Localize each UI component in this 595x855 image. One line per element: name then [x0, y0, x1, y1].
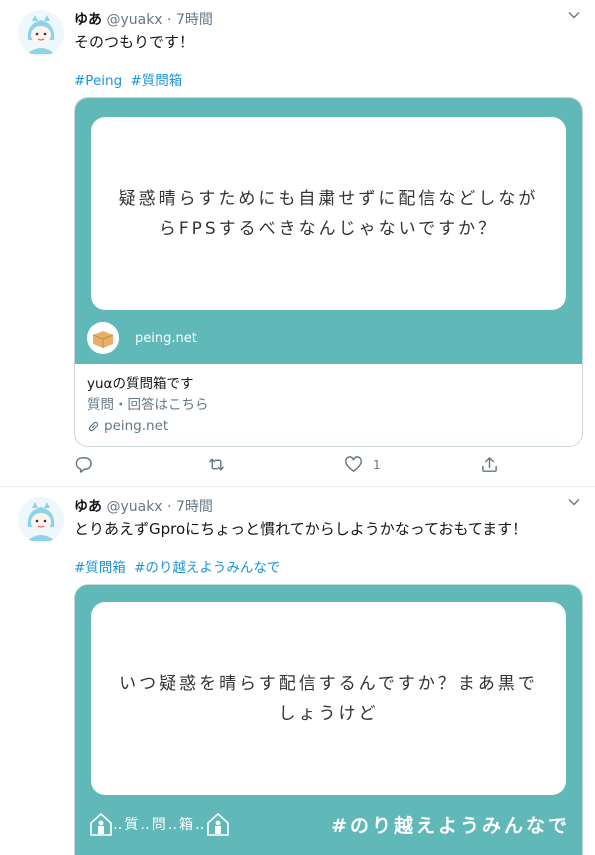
box-logo [87, 322, 119, 354]
retweet-button[interactable] [207, 455, 226, 474]
person-picto-icon [90, 812, 112, 836]
like-count: 1 [373, 457, 381, 472]
tweet-2[interactable]: ゆあ @yuakx · 7時間 とりあえずGproにちょっと慣れてからしようかな… [0, 487, 595, 855]
share-icon [482, 457, 497, 472]
footer-label: ‥質‥問‥箱‥ [113, 817, 207, 833]
hashtag-link[interactable]: #質問箱 [74, 560, 126, 576]
user-handle[interactable]: @yuakx [106, 12, 162, 28]
share-button[interactable] [480, 455, 499, 474]
avatar[interactable] [18, 10, 64, 56]
link-card[interactable]: 疑惑晴らすためにも自粛せずに配信などしながらFPSするべきなんじゃないですか？ … [74, 97, 583, 447]
question-panel: 疑惑晴らすためにも自粛せずに配信などしながらFPSするべきなんじゃないですか？ [91, 117, 566, 310]
hashtags: #Peing #質問箱 [74, 69, 186, 89]
card-footer: ‥質‥問‥箱‥ #のり越えようみんなで [75, 803, 582, 853]
display-name[interactable]: ゆあ [74, 12, 102, 28]
hashtag-link[interactable]: #Peing [74, 73, 122, 89]
card-brand: peing.net [87, 322, 197, 354]
card-description: 質問・回答はこちら [87, 397, 209, 413]
user-handle[interactable]: @yuakx [106, 499, 162, 515]
timestamp[interactable]: · 7時間 [167, 12, 213, 28]
hashtag-link[interactable]: #質問箱 [130, 73, 182, 89]
link-icon [88, 421, 99, 431]
like-button[interactable]: 1 [344, 455, 381, 474]
tweet-header: ゆあ @yuakx · 7時間 [74, 496, 213, 516]
card-link-text: peing.net [104, 418, 169, 434]
hashtag-link[interactable]: #のり越えようみんなで [134, 560, 280, 576]
tweet-header: ゆあ @yuakx · 7時間 [74, 9, 213, 29]
tweet-text: とりあえずGproにちょっと慣れてからしようかなっておもてます！ [74, 520, 528, 538]
tweet-text: そのつもりです！ [74, 33, 195, 51]
avatar[interactable] [18, 497, 64, 543]
footer-label-group: ‥質‥問‥箱‥ [89, 811, 230, 837]
image-card[interactable]: いつ疑惑を晴らす配信するんですか？まあ黒でしょうけど ‥質‥問‥箱‥ #のり越え… [74, 584, 583, 855]
person-picto-icon [207, 812, 230, 836]
question-text: 疑惑晴らすためにも自粛せずに配信などしながらFPSするべきなんじゃないですか？ [118, 188, 539, 239]
question-panel: いつ疑惑を晴らす配信するんですか？まあ黒でしょうけど [91, 602, 566, 795]
footer-hashtag: #のり越えようみんなで [331, 815, 570, 837]
tweet-actions: 1 [74, 455, 514, 475]
card-link[interactable]: peing.net [87, 416, 567, 436]
hashtags: #質問箱 #のり越えようみんなで [74, 556, 284, 576]
card-image: 疑惑晴らすためにも自粛せずに配信などしながらFPSするべきなんじゃないですか？ … [75, 98, 582, 364]
tweet-1[interactable]: ゆあ @yuakx · 7時間 そのつもりです！ #Peing #質問箱 疑惑晴… [0, 0, 595, 487]
question-text: いつ疑惑を晴らす配信するんですか？まあ黒でしょうけど [119, 673, 538, 724]
chevron-down-icon[interactable] [567, 495, 581, 509]
like-icon [345, 456, 362, 472]
card-meta: yuαの質問箱です 質問・回答はこちら peing.net [87, 374, 567, 436]
retweet-icon [209, 458, 224, 471]
card-title: yuαの質問箱です [87, 376, 194, 392]
timestamp[interactable]: · 7時間 [167, 499, 213, 515]
reply-icon [75, 457, 92, 473]
display-name[interactable]: ゆあ [74, 499, 102, 515]
chevron-down-icon[interactable] [567, 8, 581, 22]
reply-button[interactable] [74, 455, 93, 474]
brand-domain: peing.net [135, 330, 197, 346]
